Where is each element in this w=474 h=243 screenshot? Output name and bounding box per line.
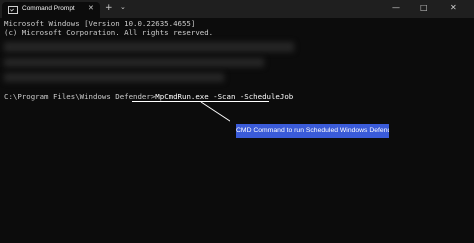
tab-command-prompt[interactable]: Command Prompt ✕	[2, 2, 100, 18]
close-window-button[interactable]: ✕	[450, 2, 457, 14]
chevron-down-icon[interactable]: ⌄	[120, 3, 126, 11]
console-line-copyright: (c) Microsoft Corporation. All rights re…	[4, 28, 214, 37]
prompt-path: C:\Program Files\Windows Defender>	[4, 92, 156, 101]
new-tab-button[interactable]: +	[105, 2, 113, 14]
annotation-callout: CMD Command to run Scheduled Windows Def…	[236, 124, 389, 138]
terminal-icon	[8, 6, 18, 14]
minimize-button[interactable]: —	[392, 2, 400, 14]
callout-connector	[200, 101, 230, 122]
tab-close-icon[interactable]: ✕	[88, 4, 94, 12]
typed-command: MpCmdRun.exe -Scan -ScheduleJob	[155, 92, 294, 101]
redacted-output	[4, 42, 294, 52]
tab-title: Command Prompt	[22, 5, 75, 12]
redacted-output	[4, 58, 264, 67]
maximize-button[interactable]: □	[420, 2, 428, 14]
console-line-version: Microsoft Windows [Version 10.0.22635.46…	[4, 19, 196, 28]
console-prompt-line: C:\Program Files\Windows Defender>MpCmdR…	[4, 92, 293, 101]
redacted-output	[4, 73, 224, 82]
title-bar: Command Prompt ✕ + ⌄ — □ ✕	[0, 0, 474, 18]
